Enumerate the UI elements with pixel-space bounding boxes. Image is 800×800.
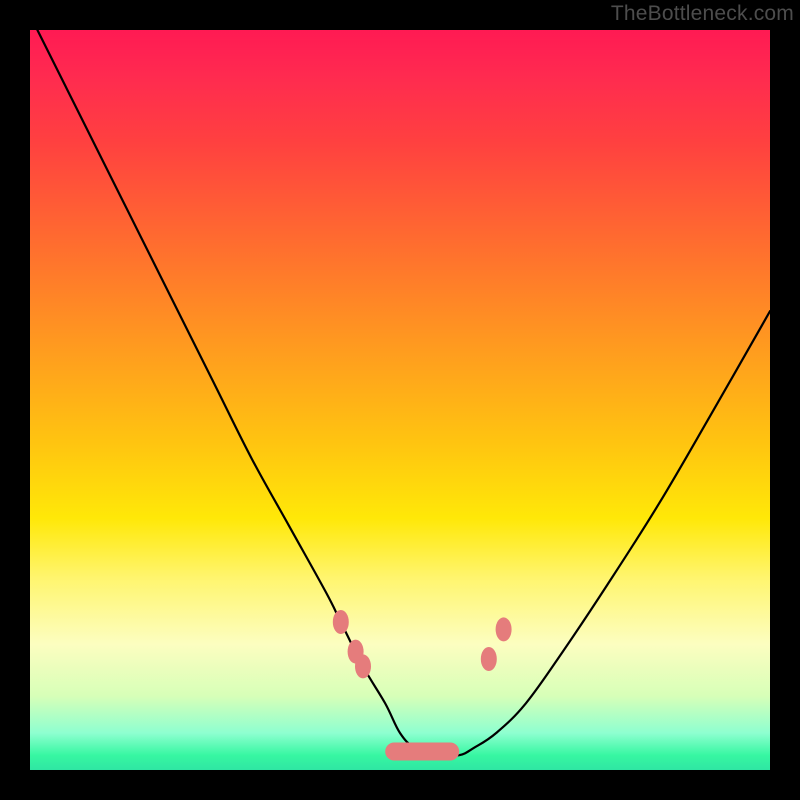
markers-layer (333, 610, 512, 761)
watermark-text: TheBottleneck.com (611, 2, 794, 26)
curve-layer (37, 30, 770, 756)
marker-bar (385, 743, 459, 761)
marker-dot (481, 647, 497, 671)
bottleneck-curve (37, 30, 770, 756)
marker-dot (496, 617, 512, 641)
marker-dot (355, 654, 371, 678)
plot-area (30, 30, 770, 770)
marker-dot (333, 610, 349, 634)
chart-svg (30, 30, 770, 770)
outer-frame: TheBottleneck.com (0, 0, 800, 800)
